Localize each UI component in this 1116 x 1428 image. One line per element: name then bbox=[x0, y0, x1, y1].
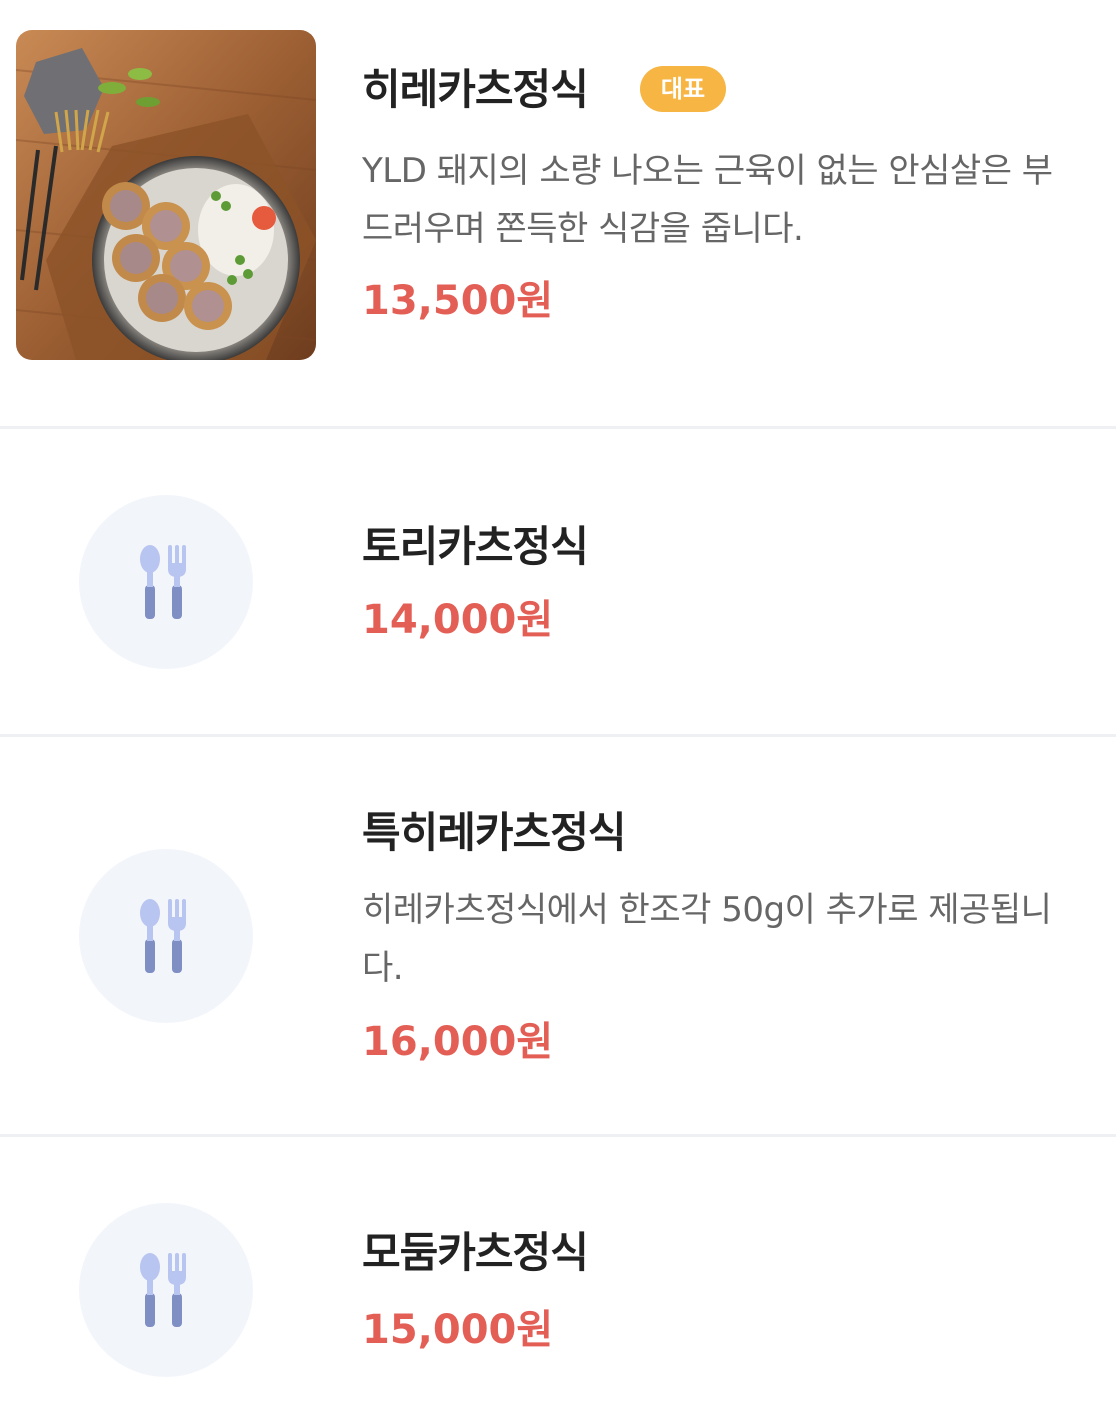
menu-item-placeholder bbox=[79, 1203, 253, 1377]
menu-item-description: 히레카츠정식에서 한조각 50g이 추가로 제공됩니다. bbox=[362, 890, 1052, 988]
menu-item-description: YLD 돼지의 소량 나오는 근육이 없는 안심살은 부드러우며 쫀득한 식감을… bbox=[362, 151, 1053, 249]
menu-item-name: 토리카츠정식 bbox=[362, 522, 589, 571]
menu-item-name: 모둠카츠정식 bbox=[362, 1228, 589, 1277]
menu-item[interactable]: 모둠카츠정식 15,000원 bbox=[0, 1137, 1116, 1428]
fork-spoon-icon bbox=[140, 899, 186, 973]
menu-item-price: 14,000원 bbox=[362, 597, 554, 643]
menu-item-price: 15,000원 bbox=[362, 1307, 554, 1353]
menu-item-photo bbox=[16, 30, 316, 360]
menu-item[interactable]: 히레카츠정식 대표 YLD 돼지의 소량 나오는 근육이 없는 안심살은 부드러… bbox=[0, 0, 1116, 426]
menu-item-name: 특히레카츠정식 bbox=[362, 808, 626, 857]
menu-item-price: 13,500원 bbox=[362, 278, 554, 324]
menu-item-price: 16,000원 bbox=[362, 1019, 554, 1065]
menu-item-name: 히레카츠정식 bbox=[362, 65, 589, 114]
menu-item-placeholder bbox=[79, 849, 253, 1023]
menu-item-placeholder bbox=[79, 495, 253, 669]
signature-badge: 대표 bbox=[640, 66, 726, 112]
fork-spoon-icon bbox=[140, 545, 186, 619]
fork-spoon-icon bbox=[140, 1253, 186, 1327]
menu-item[interactable]: 토리카츠정식 14,000원 bbox=[0, 429, 1116, 734]
menu-item[interactable]: 특히레카츠정식 히레카츠정식에서 한조각 50g이 추가로 제공됩니다. 16,… bbox=[0, 737, 1116, 1134]
